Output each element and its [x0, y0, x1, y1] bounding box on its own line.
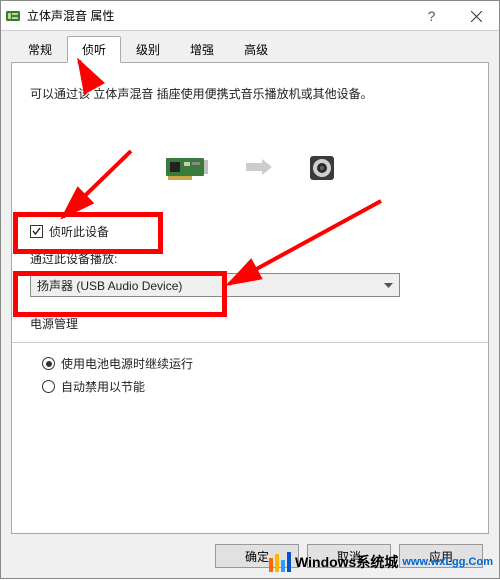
watermark-text: Windows系统城 — [295, 552, 398, 572]
titlebar: 立体声混音 属性 ? — [1, 1, 499, 31]
watermark: Windows系统城 www.wxLgg.Com — [269, 552, 493, 572]
window-icon — [5, 8, 21, 24]
help-button[interactable]: ? — [409, 1, 454, 31]
radio-continue[interactable] — [42, 357, 55, 370]
power-management-label: 电源管理 — [30, 315, 470, 332]
description-text: 可以通过该 立体声混音 插座使用便携式音乐播放机或其他设备。 — [30, 85, 470, 103]
listen-checkbox-label: 侦听此设备 — [49, 223, 109, 240]
close-icon — [471, 11, 482, 22]
radio-continue-row[interactable]: 使用电池电源时继续运行 — [42, 355, 470, 372]
playback-device-dropdown[interactable]: 扬声器 (USB Audio Device) — [30, 273, 400, 297]
tab-listen[interactable]: 侦听 — [67, 36, 121, 63]
radio-disable-label: 自动禁用以节能 — [61, 378, 145, 395]
device-icon-row — [30, 143, 470, 193]
radio-continue-label: 使用电池电源时继续运行 — [61, 355, 193, 372]
properties-window: 立体声混音 属性 ? 常规 侦听 级别 增强 高级 可以通过该 立体声混音 插座… — [0, 0, 500, 579]
soundcard-icon — [164, 154, 210, 182]
tab-general[interactable]: 常规 — [13, 36, 67, 62]
tab-levels[interactable]: 级别 — [121, 36, 175, 62]
close-button[interactable] — [454, 1, 499, 31]
listen-checkbox-row[interactable]: 侦听此设备 — [30, 223, 470, 240]
window-title: 立体声混音 属性 — [27, 7, 114, 24]
window-controls: ? — [409, 1, 499, 31]
radio-disable[interactable] — [42, 380, 55, 393]
speaker-icon — [308, 154, 336, 182]
listen-checkbox[interactable] — [30, 225, 43, 238]
arrow-right-icon — [246, 155, 272, 181]
checkmark-icon — [32, 227, 41, 236]
separator — [12, 342, 488, 343]
watermark-logo-icon — [269, 552, 291, 572]
tab-enhance[interactable]: 增强 — [175, 36, 229, 62]
tab-strip: 常规 侦听 级别 增强 高级 — [11, 37, 489, 63]
content-area: 常规 侦听 级别 增强 高级 可以通过该 立体声混音 插座使用便携式音乐播放机或… — [1, 31, 499, 578]
dropdown-value: 扬声器 (USB Audio Device) — [37, 277, 182, 294]
tab-body-listen: 可以通过该 立体声混音 插座使用便携式音乐播放机或其他设备。 侦听此设备 通过 — [11, 63, 489, 534]
watermark-domain: www.wxLgg.Com — [402, 556, 493, 568]
radio-disable-row[interactable]: 自动禁用以节能 — [42, 378, 470, 395]
tab-advanced[interactable]: 高级 — [229, 36, 283, 62]
radio-dot-icon — [46, 361, 52, 367]
playback-through-label: 通过此设备播放: — [30, 250, 470, 267]
chevron-down-icon — [384, 280, 393, 291]
